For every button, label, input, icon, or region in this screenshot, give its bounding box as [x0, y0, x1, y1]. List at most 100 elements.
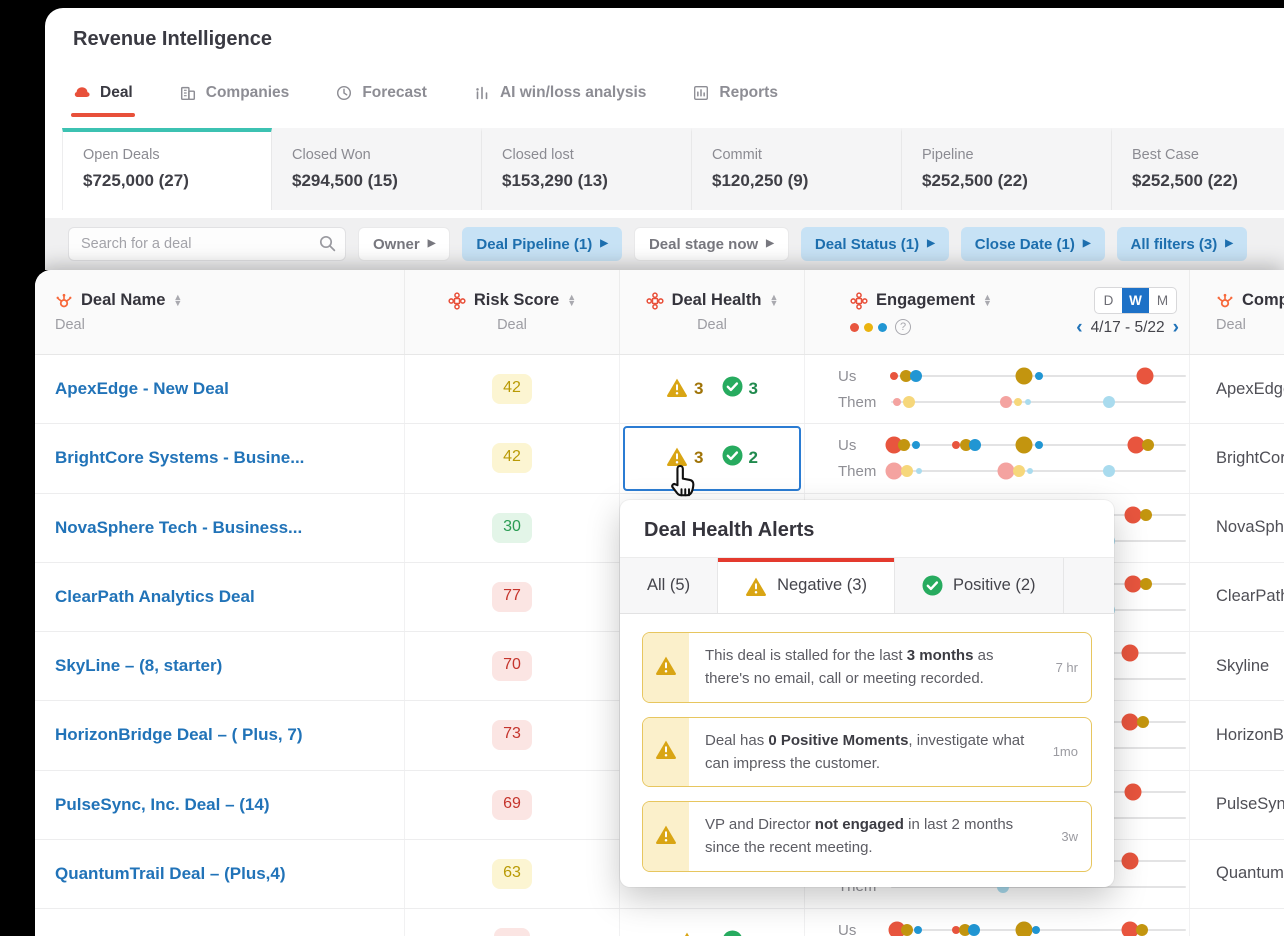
popup-tab-label: All (5): [647, 576, 691, 594]
deal-health-cell[interactable]: 33: [620, 355, 805, 424]
deal-health-cell[interactable]: [620, 909, 805, 936]
summary-card-pipeline[interactable]: Pipeline $252,500 (22): [902, 128, 1112, 210]
risk-score-badge: 42: [492, 374, 532, 405]
engagement-us-timeline: [889, 367, 1186, 385]
period-toggle-d[interactable]: D: [1095, 288, 1122, 313]
alert-message: This deal is stalled for the last 3 mont…: [705, 647, 994, 688]
engagement-dot-gold: [898, 439, 911, 452]
table-row: UsThem: [35, 909, 1284, 936]
alert-card: This deal is stalled for the last 3 mont…: [642, 632, 1092, 703]
deal-name-link[interactable]: ClearPath Analytics Deal: [35, 587, 255, 607]
help-icon[interactable]: ?: [895, 319, 911, 335]
risk-score-badge: [494, 928, 530, 936]
legend-dot: [850, 322, 859, 332]
card-label: Pipeline: [922, 147, 974, 163]
col-header-risk-score[interactable]: Risk Score ▲ ▼ Deal: [405, 270, 620, 354]
alert-card: VP and Director not engaged in last 2 mo…: [642, 801, 1092, 872]
engagement-dot-gold: [1015, 436, 1033, 454]
deal-name-link[interactable]: ApexEdge - New Deal: [35, 379, 229, 399]
engagement-dot-pink: [997, 462, 1015, 480]
sort-icon[interactable]: ▲ ▼: [769, 292, 778, 306]
companies-icon: [179, 84, 197, 102]
company-name: BrightCore: [1216, 448, 1284, 467]
filter-chip-deal-pipeline-1-[interactable]: Deal Pipeline (1) ▶: [462, 227, 622, 261]
summary-card-best-case[interactable]: Best Case $252,500 (22): [1112, 128, 1284, 210]
col-header-deal-health[interactable]: Deal Health ▲ ▼ Deal: [620, 270, 805, 354]
col-header-company[interactable]: Company Deal: [1190, 270, 1284, 354]
engagement-cell: Us Them: [805, 424, 1190, 493]
engagement-them-row: Them: [838, 462, 1186, 480]
company-name: HorizonBridge: [1216, 725, 1284, 744]
deal-name-link[interactable]: NovaSphere Tech - Business...: [35, 518, 302, 538]
col-header-engagement[interactable]: Engagement ▲ ▼ ? DWM ‹ 4/17 - 5/22 ›: [805, 270, 1190, 354]
filter-chip-deal-stage-now[interactable]: Deal stage now ▶: [633, 227, 789, 261]
deal-icon: [73, 84, 91, 102]
deal-name-link[interactable]: QuantumTrail Deal – (Plus,4): [35, 864, 286, 884]
alert-warning-band: [643, 633, 689, 702]
card-label: Open Deals: [83, 147, 160, 163]
filter-chip-owner[interactable]: Owner ▶: [358, 227, 451, 261]
engagement-dot-red: [1121, 852, 1139, 870]
revenue-intelligence-app: Revenue Intelligence Deal Companies Foreca…: [0, 0, 1284, 936]
card-value: $294,500 (15): [292, 171, 398, 190]
card-value: $252,500 (22): [922, 171, 1028, 190]
engagement-dot-sky: [1103, 465, 1116, 478]
engagement-dot-red: [1136, 367, 1154, 385]
filter-chip-close-date-1-[interactable]: Close Date (1) ▶: [960, 227, 1105, 261]
warning-icon: [666, 377, 688, 402]
nav-tab-label: Deal: [100, 84, 133, 101]
search-input[interactable]: [68, 227, 346, 261]
engagement-dot-gold: [1140, 508, 1153, 521]
deal-name-link[interactable]: PulseSync, Inc. Deal – (14): [35, 795, 269, 815]
sort-icon[interactable]: ▲ ▼: [567, 292, 576, 306]
forecast-icon: [335, 84, 353, 102]
engagement-us-row: Us: [838, 367, 1186, 385]
engagement-dot-gold: [1140, 577, 1153, 590]
chip-label: Close Date (1): [974, 235, 1075, 253]
card-value: $725,000 (27): [83, 171, 189, 190]
popup-tab-negative-3-[interactable]: Negative (3): [718, 558, 895, 613]
ai-winloss-icon: [473, 84, 491, 102]
engagement-dot-blue: [967, 924, 980, 936]
sort-icon[interactable]: ▲ ▼: [173, 292, 182, 306]
filter-bar: Owner▶ Deal Pipeline (1)▶ Deal stage now▶ D…: [45, 218, 1284, 270]
engagement-them-timeline: [885, 462, 1186, 480]
sort-icon[interactable]: ▲ ▼: [983, 292, 992, 306]
nav-tab-deal[interactable]: Deal: [71, 84, 135, 117]
engagement-dot-pink: [1000, 396, 1013, 409]
period-toggle-w[interactable]: W: [1122, 288, 1149, 313]
col-header-deal-name[interactable]: Deal Name ▲ ▼ Deal: [35, 270, 405, 354]
summary-card-open-deals[interactable]: Open Deals $725,000 (27): [62, 128, 272, 210]
deal-health-cell[interactable]: 32: [620, 424, 805, 497]
summary-card-closed-won[interactable]: Closed Won $294,500 (15): [272, 128, 482, 210]
filter-chip-deal-status-1-[interactable]: Deal Status (1) ▶: [800, 227, 949, 261]
engagement-dot-pink: [892, 398, 901, 407]
summary-card-commit[interactable]: Commit $120,250 (9): [692, 128, 902, 210]
engagement-dot-gold: [901, 924, 914, 936]
nav-tab-ai-win-loss-analysis[interactable]: AI win/loss analysis: [473, 84, 646, 117]
nav-tab-reports[interactable]: Reports: [692, 84, 778, 117]
risk-score-badge: 70: [492, 651, 532, 682]
period-toggle-m[interactable]: M: [1149, 288, 1176, 313]
engagement-dot-pink: [885, 462, 903, 480]
risk-score-badge: 42: [492, 443, 532, 474]
deal-name-link[interactable]: BrightCore Systems - Busine...: [35, 448, 304, 468]
next-date-icon[interactable]: ›: [1173, 318, 1179, 337]
alert-warning-band: [643, 717, 689, 786]
page-title: Revenue Intelligence: [73, 28, 272, 50]
popup-tab-positive-2-[interactable]: Positive (2): [895, 558, 1064, 613]
prev-date-icon[interactable]: ‹: [1076, 318, 1082, 337]
deal-name-link[interactable]: HorizonBridge Deal – ( Plus, 7): [35, 725, 303, 745]
chip-label: All filters (3): [1130, 235, 1218, 253]
search-icon[interactable]: [319, 235, 336, 257]
summary-card-closed-lost[interactable]: Closed lost $153,290 (13): [482, 128, 692, 210]
risk-score-badge: 30: [492, 512, 532, 543]
nav-tab-forecast[interactable]: Forecast: [335, 84, 427, 117]
engagement-dot-red: [1124, 506, 1142, 524]
filter-chip-all-filters-3-[interactable]: All filters (3) ▶: [1116, 227, 1247, 261]
engagement-us-timeline: [885, 436, 1186, 454]
nav-tab-companies[interactable]: Companies: [179, 84, 289, 117]
period-toggle: DWM: [1094, 287, 1177, 314]
deal-name-link[interactable]: SkyLine – (8, starter): [35, 656, 222, 676]
popup-tab-all-5-[interactable]: All (5): [620, 558, 719, 613]
